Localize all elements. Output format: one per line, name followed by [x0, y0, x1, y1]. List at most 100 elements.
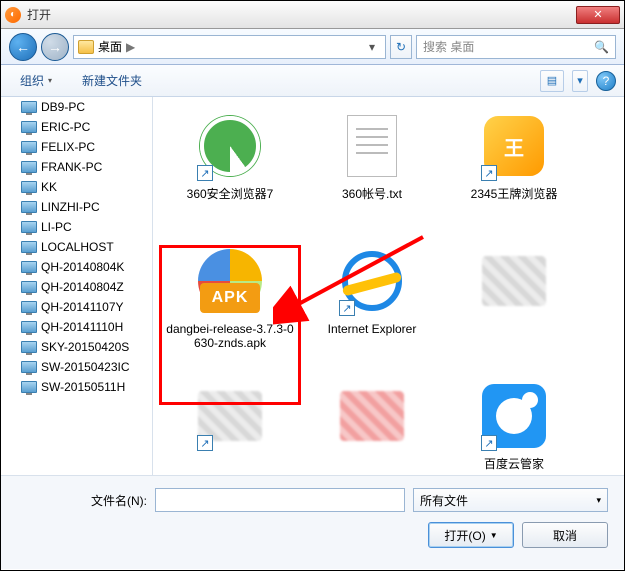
file-item[interactable]: 360帐号.txt	[301, 103, 443, 238]
tree-item-label: SKY-20150420S	[41, 340, 129, 354]
tree-item[interactable]: QH-20140804K	[1, 257, 152, 277]
file-item[interactable]: 王↗2345王牌浏览器	[443, 103, 585, 238]
file-item[interactable]: ↗ 360安全浏览器7	[159, 103, 301, 238]
back-button[interactable]: ←	[9, 33, 37, 61]
tree-item-label: QH-20140804K	[41, 260, 124, 274]
tree-item-label: LINZHI-PC	[41, 200, 100, 214]
file-item-label: 360安全浏览器7	[187, 187, 274, 201]
computer-icon	[21, 241, 37, 253]
tree-item[interactable]: DB9-PC	[1, 97, 152, 117]
file-item[interactable]	[301, 373, 443, 475]
chevron-down-icon: ▼	[490, 531, 498, 540]
tree-item-label: QH-20140804Z	[41, 280, 124, 294]
computer-icon	[21, 381, 37, 393]
tree-item[interactable]: QH-20140804Z	[1, 277, 152, 297]
open-dialog: ◐ 打开 ✕ ← → 桌面 ▶ ▾ ↻ 搜索 桌面 🔍 组织 ▾ 新建文件夹 ▤…	[0, 0, 625, 571]
360-browser-icon: ↗	[193, 109, 267, 183]
tree-item[interactable]: KK	[1, 177, 152, 197]
blurred-icon	[335, 379, 409, 453]
blurred-icon	[477, 244, 551, 318]
tree-item-label: LOCALHOST	[41, 240, 114, 254]
file-item[interactable]	[443, 238, 585, 373]
tree-item-label: SW-20150511H	[41, 380, 125, 394]
tree-item[interactable]: SW-20150423IC	[1, 357, 152, 377]
file-item-label: 百度云管家	[484, 457, 544, 471]
file-item[interactable]: ↗ 百度云管家	[443, 373, 585, 475]
tree-item[interactable]: FRANK-PC	[1, 157, 152, 177]
chevron-down-icon: ▾	[48, 76, 52, 85]
file-item[interactable]: ↗Internet Explorer	[301, 238, 443, 373]
search-box[interactable]: 搜索 桌面 🔍	[416, 35, 616, 59]
computer-icon	[21, 301, 37, 313]
baidu-cloud-icon: ↗	[477, 379, 551, 453]
file-list[interactable]: ↗ 360安全浏览器7 360帐号.txt 王↗2345王牌浏览器 APKdangbei…	[153, 97, 624, 475]
open-button[interactable]: 打开(O) ▼	[428, 522, 514, 548]
tree-item-label: KK	[41, 180, 57, 194]
shortcut-overlay-icon: ↗	[339, 300, 355, 316]
forward-button[interactable]: →	[41, 33, 69, 61]
computer-icon	[21, 221, 37, 233]
arrow-right-icon: →	[48, 39, 62, 55]
file-type-filter[interactable]: 所有文件 ▾	[413, 488, 608, 512]
filename-label: 文件名(N):	[17, 492, 147, 509]
nav-row: ← → 桌面 ▶ ▾ ↻ 搜索 桌面 🔍	[1, 29, 624, 65]
view-mode-button[interactable]: ▤	[540, 70, 564, 92]
shortcut-overlay-icon: ↗	[197, 435, 213, 451]
tree-item[interactable]: QH-20141110H	[1, 317, 152, 337]
tree-item-label: LI-PC	[41, 220, 72, 234]
tree-item[interactable]: SW-20150511H	[1, 377, 152, 397]
chevron-down-icon: ▾	[596, 495, 601, 506]
tree-item-label: SW-20150423IC	[41, 360, 130, 374]
chevron-down-icon: ▾	[577, 74, 583, 87]
computer-icon	[21, 281, 37, 293]
tree-item[interactable]: LINZHI-PC	[1, 197, 152, 217]
tree-item[interactable]: FELIX-PC	[1, 137, 152, 157]
computer-icon	[21, 201, 37, 213]
refresh-icon: ↻	[396, 40, 406, 54]
search-icon: 🔍	[594, 40, 609, 54]
view-icon: ▤	[547, 74, 557, 87]
refresh-button[interactable]: ↻	[390, 35, 412, 59]
address-dropdown-icon[interactable]: ▾	[363, 40, 381, 54]
apk-file-icon: APK	[193, 244, 267, 318]
tree-item-label: ERIC-PC	[41, 120, 90, 134]
close-button[interactable]: ✕	[576, 6, 620, 24]
shortcut-overlay-icon: ↗	[481, 165, 497, 181]
location-text: 桌面	[98, 38, 122, 55]
folder-tree[interactable]: DB9-PC ERIC-PC FELIX-PC FRANK-PC KK LINZHI-PC…	[1, 97, 153, 475]
filename-input[interactable]	[155, 488, 405, 512]
computer-icon	[21, 121, 37, 133]
shortcut-overlay-icon: ↗	[197, 165, 213, 181]
tree-item[interactable]: QH-20141107Y	[1, 297, 152, 317]
file-item-label: 360帐号.txt	[342, 187, 402, 201]
tree-item-label: FELIX-PC	[41, 140, 95, 154]
tree-item[interactable]: ERIC-PC	[1, 117, 152, 137]
internet-explorer-icon: ↗	[335, 244, 409, 318]
file-item[interactable]: ↗	[159, 373, 301, 475]
app-icon: ◐	[5, 7, 21, 23]
view-mode-dropdown[interactable]: ▾	[572, 70, 588, 92]
crumb-sep-icon: ▶	[126, 40, 135, 54]
arrow-left-icon: ←	[16, 39, 30, 55]
tree-item-label: FRANK-PC	[41, 160, 102, 174]
new-folder-button[interactable]: 新建文件夹	[71, 67, 153, 94]
help-button[interactable]: ?	[596, 71, 616, 91]
computer-icon	[21, 321, 37, 333]
computer-icon	[21, 101, 37, 113]
computer-icon	[21, 181, 37, 193]
tree-item[interactable]: LI-PC	[1, 217, 152, 237]
tree-item-label: QH-20141107Y	[41, 300, 124, 314]
cancel-button[interactable]: 取消	[522, 522, 608, 548]
computer-icon	[21, 361, 37, 373]
tree-item[interactable]: LOCALHOST	[1, 237, 152, 257]
computer-icon	[21, 261, 37, 273]
computer-icon	[21, 341, 37, 353]
tree-item[interactable]: SKY-20150420S	[1, 337, 152, 357]
shortcut-overlay-icon: ↗	[481, 435, 497, 451]
computer-icon	[21, 141, 37, 153]
organize-button[interactable]: 组织 ▾	[9, 67, 63, 94]
file-item[interactable]: APKdangbei-release-3.7.3-0630-znds.apk	[159, 238, 301, 373]
address-bar[interactable]: 桌面 ▶ ▾	[73, 35, 386, 59]
2345-browser-icon: 王↗	[477, 109, 551, 183]
folder-icon	[78, 40, 94, 54]
